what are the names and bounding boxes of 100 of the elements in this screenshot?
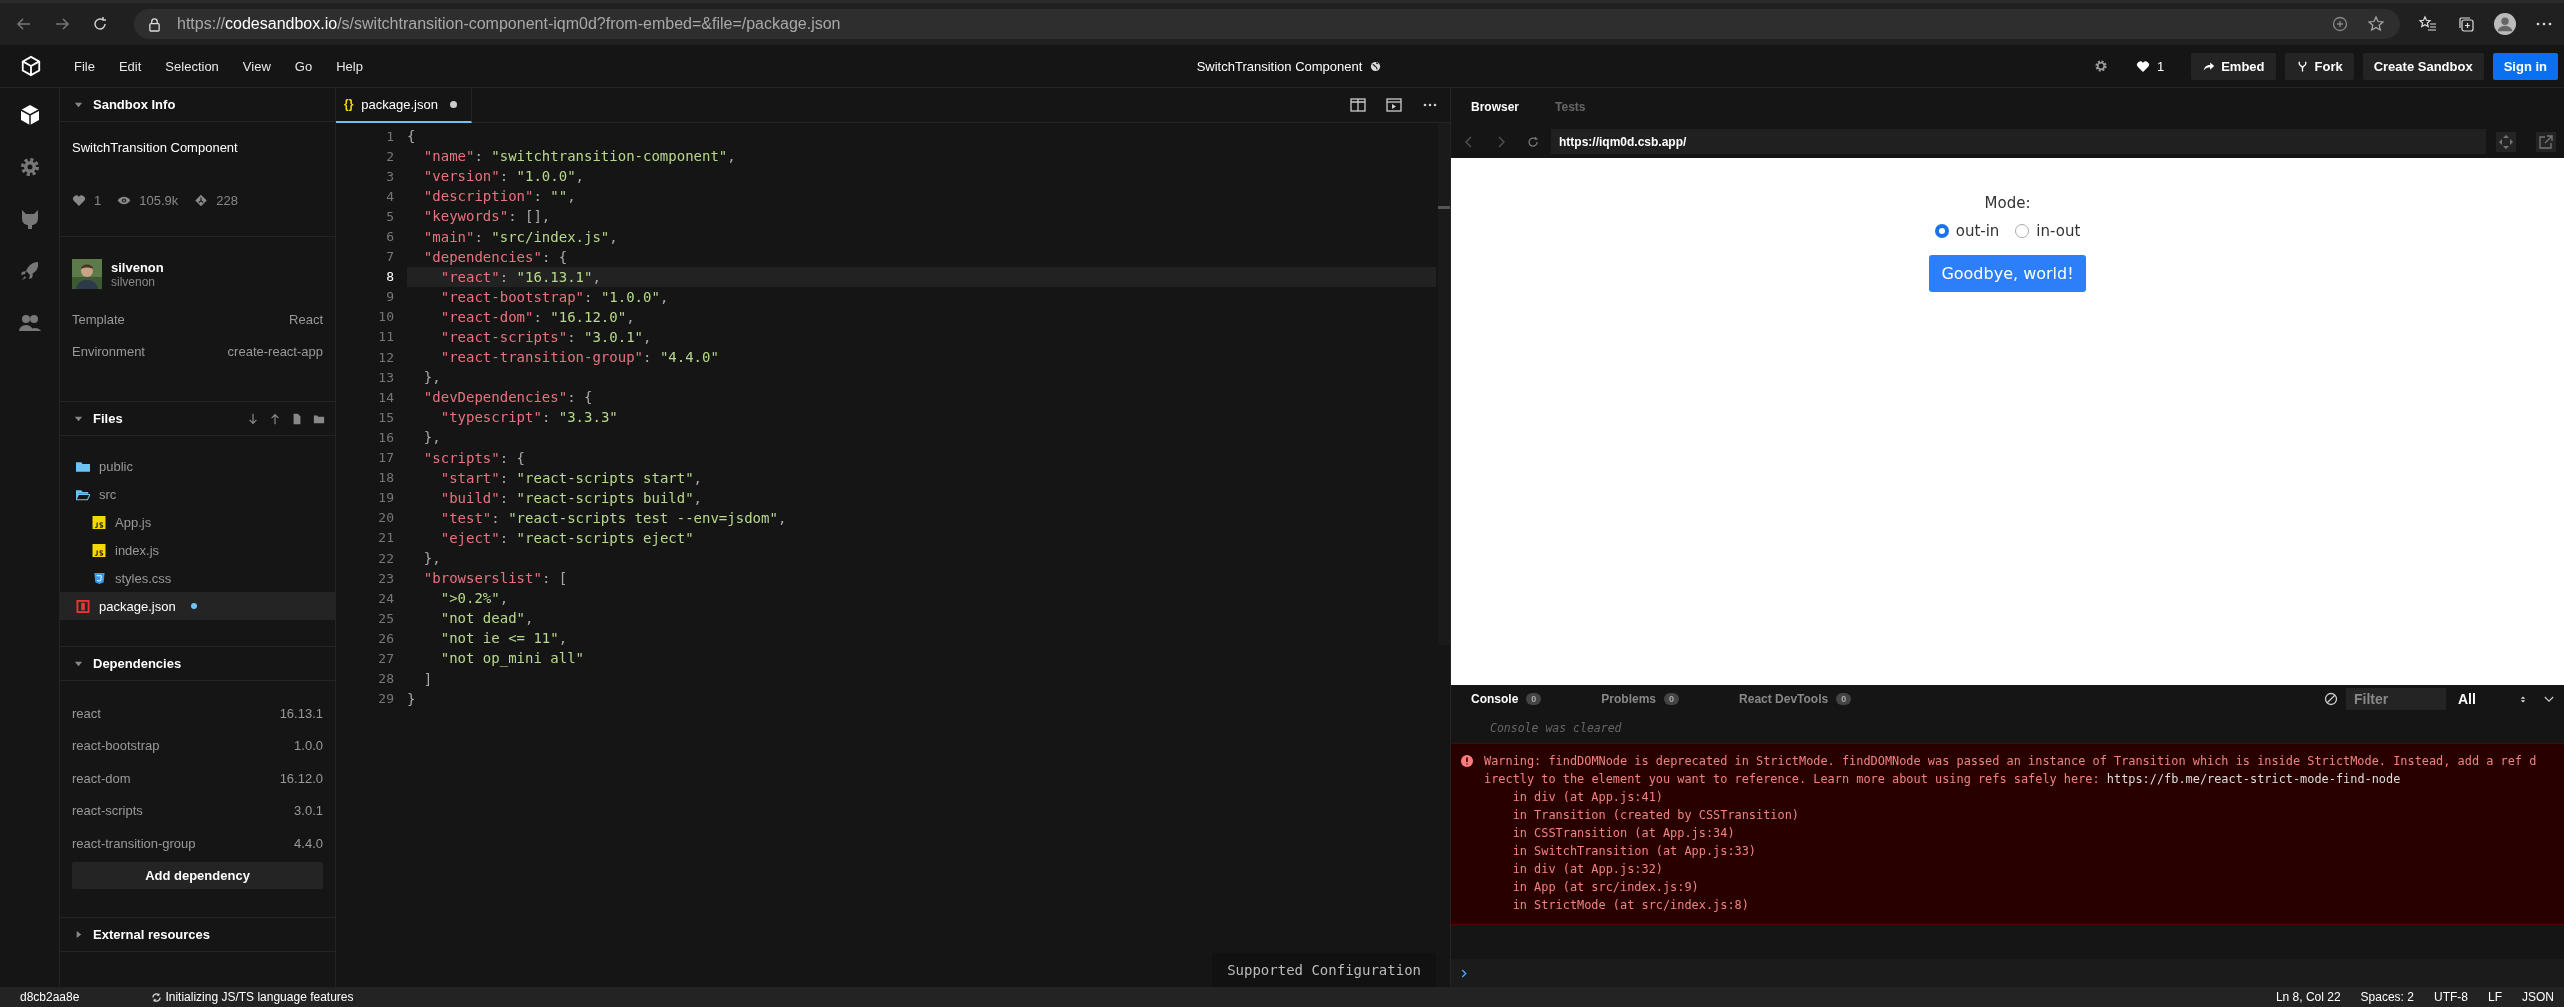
line-number: 19 xyxy=(377,490,394,506)
code-line: "description": "", xyxy=(422,187,577,207)
console-tab[interactable]: Console 0 xyxy=(1471,692,1542,706)
line-number: 5 xyxy=(385,208,394,224)
menu-item[interactable]: Selection xyxy=(165,58,219,74)
status-item[interactable]: Ln 8, Col 22 xyxy=(2275,990,2341,1004)
tree-row[interactable]: package.json xyxy=(60,592,335,620)
scrollbar[interactable] xyxy=(1438,123,1450,645)
code-line: }, xyxy=(422,549,442,568)
commit-hash[interactable]: d8cb2aa8e xyxy=(0,990,100,1004)
globe-icon xyxy=(1370,60,1382,72)
header-button[interactable]: Sign in xyxy=(2492,52,2558,80)
add-dependency-button[interactable]: Add dependency xyxy=(72,861,323,889)
profile-avatar-icon[interactable] xyxy=(2494,13,2516,35)
line-number: 11 xyxy=(377,329,394,345)
chevron-down-icon[interactable] xyxy=(2544,695,2554,703)
arrows-move-icon[interactable] xyxy=(2496,131,2516,152)
settings-icon[interactable] xyxy=(2092,58,2109,74)
console-tab[interactable]: React DevTools 0 xyxy=(1739,692,1852,706)
header-button[interactable]: Embed xyxy=(2191,52,2276,80)
code-line: ] xyxy=(422,669,434,689)
split-view-icon[interactable] xyxy=(1350,98,1366,112)
line-number: 28 xyxy=(377,671,394,687)
line-number: 12 xyxy=(377,349,394,365)
line-number: 6 xyxy=(385,229,394,244)
section-header[interactable]: Sandbox Info xyxy=(60,88,335,122)
header-button[interactable]: Fork xyxy=(2284,52,2354,80)
clear-icon[interactable] xyxy=(2324,692,2338,706)
code-line: } xyxy=(407,689,417,709)
like-button[interactable]: 1 xyxy=(2135,58,2165,74)
menu-item[interactable]: Help xyxy=(336,58,363,74)
status-item[interactable]: UTF-8 xyxy=(2433,990,2468,1004)
menu-item[interactable]: Edit xyxy=(118,58,142,74)
tree-row[interactable]: index.js xyxy=(60,536,335,564)
collections-icon[interactable] xyxy=(2456,14,2476,34)
tree-row[interactable]: public xyxy=(60,452,335,480)
error-link[interactable]: https://fb.me/react-strict-mode-find-node xyxy=(2106,772,2401,786)
upload-icon[interactable] xyxy=(269,412,281,425)
star-icon[interactable] xyxy=(2366,14,2386,34)
code-line: "dependencies": { xyxy=(422,247,569,267)
stack-line: in Transition (created by CSSTransition) xyxy=(1511,807,1800,824)
line-number: 24 xyxy=(377,590,394,606)
tree-row[interactable]: styles.css xyxy=(60,564,335,592)
prompt-chevron-icon[interactable] xyxy=(1461,968,1467,978)
dependency-version[interactable]: 1.0.0 xyxy=(294,738,323,754)
menu-item[interactable]: View xyxy=(242,58,271,74)
notice-toast[interactable]: Supported Configuration xyxy=(1212,953,1436,987)
radio-option[interactable]: out-in xyxy=(1934,222,2000,240)
code-line: "start": "react-scripts start", xyxy=(439,468,704,488)
console-tab[interactable]: Problems 0 xyxy=(1601,692,1680,706)
header-button[interactable]: Create Sandbox xyxy=(2362,52,2484,80)
cube-logo-icon[interactable] xyxy=(20,55,42,77)
section-header[interactable]: External resources xyxy=(60,917,335,952)
sort-arrows-icon xyxy=(2520,694,2526,704)
pane-tab[interactable]: Browser xyxy=(1471,99,1520,114)
code-line: "not ie <= 11", xyxy=(439,629,569,649)
dependency-name: react-dom xyxy=(72,770,131,786)
preview-icon[interactable] xyxy=(1386,98,1402,112)
section-header[interactable]: Dependencies xyxy=(60,647,335,681)
filter-field[interactable]: Filter xyxy=(2346,688,2446,710)
dependency-version[interactable]: 3.0.1 xyxy=(294,803,323,819)
radio-icon[interactable] xyxy=(1934,224,1949,238)
line-number: 15 xyxy=(377,409,394,425)
toggle-button[interactable]: Goodbye, world! xyxy=(1929,255,2086,292)
address-bar[interactable]: https://codesandbox.io/s/switchtransition-component-iqm0d?from-embed=&file=/package.json xyxy=(134,9,2400,39)
tree-row[interactable]: App.js xyxy=(60,508,335,536)
dependency-name: react xyxy=(72,705,101,721)
preview-url-field[interactable]: https://iqm0d.csb.app/ xyxy=(1551,129,2486,154)
dependency-version[interactable]: 4.4.0 xyxy=(294,835,323,851)
code-line: "typescript": "3.3.3" xyxy=(439,408,619,428)
plus-circle-icon[interactable] xyxy=(2330,14,2350,34)
status-item[interactable]: JSON xyxy=(2522,990,2554,1004)
stack-line: in div (at App.js:32) xyxy=(1511,861,1664,878)
mode-label: Mode: xyxy=(1984,194,2031,212)
css-file-icon xyxy=(92,571,106,585)
url-text: https://codesandbox.io/s/switchtransition-component-iqm0d?from-embed=&file=/package.json xyxy=(177,15,841,33)
open-external-icon[interactable] xyxy=(2536,131,2556,152)
radio-option[interactable]: in-out xyxy=(2015,222,2081,240)
editor-tab[interactable]: {} package.json xyxy=(336,87,472,123)
code-line: "react-dom": "16.12.0", xyxy=(439,307,636,327)
status-item[interactable]: LF xyxy=(2487,990,2502,1004)
stack-line: in div (at App.js:41) xyxy=(1511,789,1664,806)
code-line: "test": "react-scripts test --env=jsdom", xyxy=(439,508,788,528)
author-name[interactable]: silvenon xyxy=(111,259,164,275)
dependency-version[interactable]: 16.13.1 xyxy=(279,705,323,721)
tree-row[interactable]: src xyxy=(60,480,335,508)
status-item[interactable]: Spaces: 2 xyxy=(2360,990,2414,1004)
line-number: 3 xyxy=(385,168,394,184)
menu-item[interactable]: File xyxy=(74,58,95,74)
download-icon[interactable] xyxy=(247,412,259,425)
error-icon xyxy=(1461,755,1473,767)
line-number: 21 xyxy=(377,530,394,546)
code-line: "eject": "react-scripts eject" xyxy=(439,528,695,548)
line-number: 17 xyxy=(377,450,394,466)
menu-item[interactable]: Go xyxy=(294,58,313,74)
new-file-icon[interactable] xyxy=(291,412,303,425)
dependency-version[interactable]: 16.12.0 xyxy=(279,770,323,786)
section-header[interactable]: Files xyxy=(60,402,335,436)
favorites-icon[interactable] xyxy=(2418,14,2438,34)
line-number: 2 xyxy=(385,148,394,164)
